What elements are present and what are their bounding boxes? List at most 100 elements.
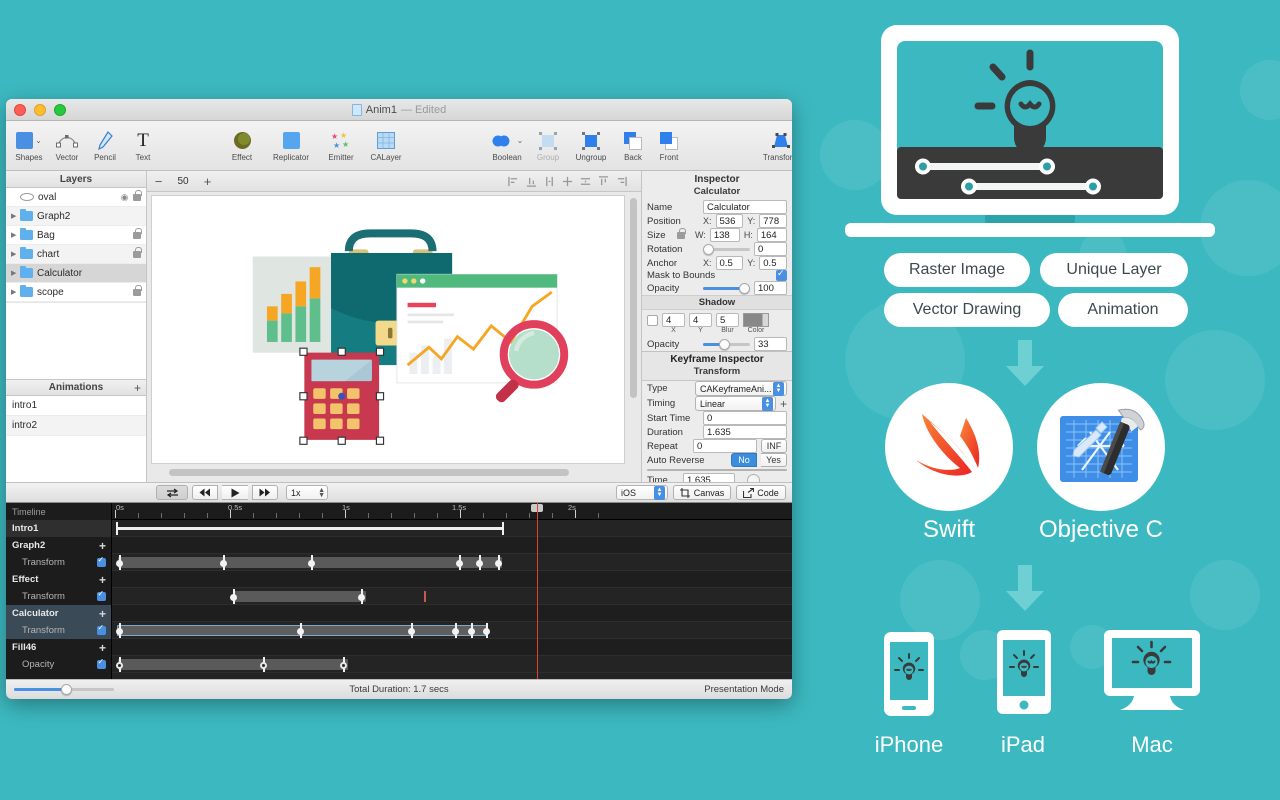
animation-row-intro1[interactable]: intro1 — [6, 396, 146, 416]
align-left-icon[interactable] — [508, 176, 519, 187]
track-calculator-transform[interactable] — [112, 622, 792, 639]
shadow-color-swatch[interactable] — [743, 313, 769, 327]
align-right-icon[interactable] — [616, 176, 627, 187]
timeline-row-intro1[interactable]: Intro1 — [6, 520, 111, 537]
lock-icon[interactable] — [133, 190, 142, 201]
toolbar-group[interactable]: Group — [529, 121, 567, 170]
kf-autoreverse-no[interactable]: No — [731, 453, 757, 467]
layer-row-bag[interactable]: ▶ Bag — [6, 226, 146, 245]
opacity-field[interactable]: 100 — [754, 281, 787, 295]
toolbar-replicator[interactable]: Replicator — [263, 121, 319, 170]
zoom-in-button[interactable]: + — [202, 174, 213, 189]
canvas-vertical-scrollbar[interactable] — [630, 198, 637, 398]
size-w-field[interactable]: 138 — [709, 228, 740, 242]
track-effect-transform[interactable] — [112, 588, 792, 605]
rotation-field[interactable]: 0 — [754, 242, 787, 256]
zoom-out-button[interactable]: − — [153, 174, 164, 189]
align-bottom-icon[interactable] — [526, 176, 537, 187]
add-keyframe-button[interactable]: + — [99, 641, 106, 655]
lock-icon[interactable] — [133, 228, 142, 239]
timeline-ruler[interactable]: 0s 0.5s 1s 1.5s 2s — [112, 503, 792, 520]
presentation-mode-button[interactable]: Presentation Mode — [704, 684, 784, 695]
kf-timing-add-button[interactable]: + — [780, 397, 787, 411]
mask-to-bounds-checkbox[interactable] — [776, 268, 787, 281]
track-enable-checkbox[interactable] — [97, 657, 106, 669]
shadow-x-field[interactable]: 4 — [662, 313, 685, 327]
toolbar-pencil[interactable]: Pencil — [86, 121, 124, 170]
toolbar-back[interactable]: Back — [615, 121, 651, 170]
layer-row-oval[interactable]: oval ◉ — [6, 188, 146, 207]
canvas-area[interactable] — [147, 192, 641, 482]
align-top-icon[interactable] — [598, 175, 609, 187]
kf-autoreverse-yes[interactable]: Yes — [761, 453, 787, 467]
layer-row-calculator[interactable]: ▶ Calculator — [6, 264, 146, 283]
distribute-horizontal-icon[interactable] — [544, 176, 555, 187]
layer-row-chart[interactable]: ▶ chart — [6, 245, 146, 264]
track-fill46-opacity[interactable] — [112, 656, 792, 673]
position-y-field[interactable]: 778 — [759, 214, 787, 228]
loop-button[interactable] — [156, 485, 188, 500]
animation-row-intro2[interactable]: intro2 — [6, 416, 146, 436]
toolbar-shapes[interactable]: ⌄ Shapes — [10, 121, 48, 170]
disclosure-icon[interactable]: ▶ — [11, 250, 20, 258]
add-keyframe-button[interactable]: + — [99, 607, 106, 621]
lock-icon[interactable] — [133, 247, 142, 258]
speed-popup[interactable]: 1x ▲ ▼ — [286, 485, 328, 500]
feature-pill-vector-drawing[interactable]: Vector Drawing — [884, 293, 1050, 327]
kf-start-field[interactable]: 0 — [703, 411, 787, 425]
add-keyframe-button[interactable]: + — [99, 573, 106, 587]
track-fill46[interactable] — [112, 639, 792, 656]
toolbar-transform[interactable]: Transform — [756, 121, 792, 170]
timeline-row-graph2-transform[interactable]: Transform — [6, 554, 111, 571]
size-lock-icon[interactable] — [677, 228, 686, 239]
kf-repeat-field[interactable]: 0 — [693, 439, 757, 453]
disclosure-icon[interactable]: ▶ — [11, 269, 20, 277]
disclosure-icon[interactable]: ▶ — [11, 231, 20, 239]
canvas-horizontal-scrollbar[interactable] — [169, 469, 569, 476]
position-x-field[interactable]: 536 — [715, 214, 744, 228]
feature-pill-raster-image[interactable]: Raster Image — [884, 253, 1030, 287]
anchor-x-field[interactable]: 0.5 — [715, 256, 744, 270]
timeline-row-effect-transform[interactable]: Transform — [6, 588, 111, 605]
timeline-row-effect[interactable]: Effect + — [6, 571, 111, 588]
toolbar-boolean[interactable]: ⌄ Boolean — [485, 121, 529, 170]
layer-row-scope[interactable]: ▶ scope — [6, 283, 146, 302]
name-field[interactable]: Calculator — [703, 200, 787, 214]
opacity-slider[interactable] — [703, 281, 750, 295]
toolbar-ungroup[interactable]: Ungroup — [567, 121, 615, 170]
track-effect[interactable] — [112, 571, 792, 588]
timeline-tracks[interactable]: 0s 0.5s 1s 1.5s 2s — [112, 503, 792, 679]
timeline-row-fill46-opacity[interactable]: Opacity — [6, 656, 111, 673]
code-button[interactable]: Code — [736, 485, 786, 500]
size-h-field[interactable]: 164 — [756, 228, 787, 242]
toolbar-vector[interactable]: Vector — [48, 121, 86, 170]
track-enable-checkbox[interactable] — [97, 623, 106, 635]
kf-duration-field[interactable]: 1.635 — [703, 425, 787, 439]
timeline-row-calculator-transform[interactable]: Transform — [6, 622, 111, 639]
timeline-row-calculator[interactable]: Calculator + — [6, 605, 111, 622]
track-enable-checkbox[interactable] — [97, 589, 106, 601]
platform-popup[interactable]: iOS ▲ ▼ — [616, 485, 668, 500]
lock-icon[interactable] — [133, 285, 142, 296]
align-center-icon[interactable] — [562, 176, 573, 187]
feature-pill-animation[interactable]: Animation — [1058, 293, 1188, 327]
layer-row-graph2[interactable]: ▶ Graph2 — [6, 207, 146, 226]
disclosure-icon[interactable]: ▶ — [11, 288, 20, 296]
toolbar-emitter[interactable]: ★ ★ ★ ★ Emitter — [319, 121, 363, 170]
canvas-surface[interactable] — [151, 195, 625, 464]
kf-type-popup[interactable]: CAKeyframeAni... ▲ ▼ — [695, 381, 787, 396]
timeline-row-fill46[interactable]: Fill46 + — [6, 639, 111, 656]
canvas-button[interactable]: Canvas — [673, 485, 731, 500]
track-graph2[interactable] — [112, 537, 792, 554]
rewind-button[interactable] — [192, 485, 218, 500]
toolbar-text[interactable]: T Text — [124, 121, 162, 170]
shadow-y-field[interactable]: 4 — [689, 313, 712, 327]
disclosure-icon[interactable]: ▶ — [11, 212, 20, 220]
track-calculator[interactable] — [112, 605, 792, 622]
toolbar-effect[interactable]: Effect — [221, 121, 263, 170]
timeline-row-graph2[interactable]: Graph2 + — [6, 537, 111, 554]
shadow-blur-field[interactable]: 5 — [716, 313, 739, 327]
add-keyframe-button[interactable]: + — [99, 539, 106, 553]
add-animation-button[interactable]: + — [134, 381, 141, 395]
toolbar-front[interactable]: Front — [651, 121, 687, 170]
